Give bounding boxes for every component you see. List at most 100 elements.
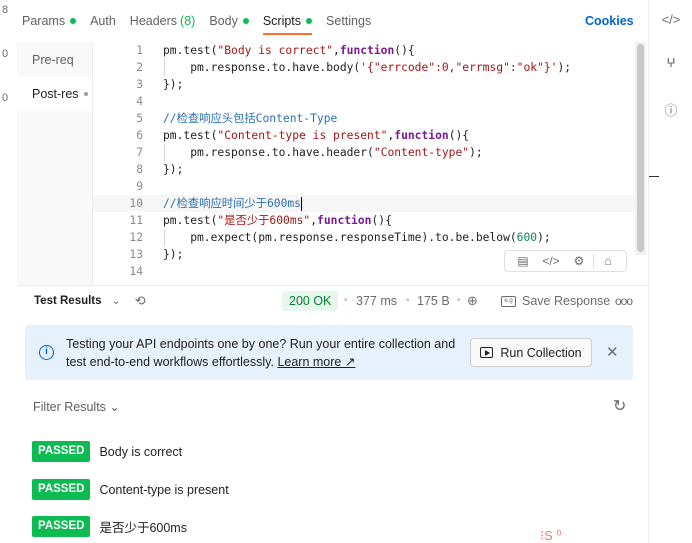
line-number: 5 [136,112,143,125]
banner-message: Testing your API endpoints one by one? R… [66,335,456,371]
code-line[interactable]: 3}); [93,76,635,93]
line-number: 4 [136,95,143,108]
left-edge-strip: 8 0 0 [0,0,16,543]
debug-icon[interactable]: ⚙ [565,254,593,268]
passed-badge: PASSED [32,479,91,500]
tab-label: Body [209,14,238,28]
response-time[interactable]: 377 ms [356,286,397,316]
code-line[interactable]: 10 //检查响应时间少于600ms [93,195,635,212]
save-icon: e.g [501,295,516,307]
snippets-icon[interactable]: ▤ [509,254,537,268]
line-number: 8 [136,163,143,176]
separator-dot: • [457,295,461,306]
tab-headers[interactable]: Headers (8) [130,0,196,42]
sidebar-item-pre-request[interactable]: Pre-req [17,43,92,77]
run-collection-button[interactable]: Run Collection [470,338,592,367]
code-line[interactable]: 12 pm.expect(pm.response.responseTime).t… [93,229,635,246]
code-line[interactable]: 11 pm.test("是否少于600ms",function(){ [93,212,635,229]
passed-badge: PASSED [32,516,91,537]
tab-settings[interactable]: Settings [326,0,371,42]
format-icon[interactable]: ⌂ [594,254,622,268]
globe-icon[interactable]: ⊕ [467,286,478,316]
code-line[interactable]: 4 [93,93,635,110]
code-text: pm.test("是否少于600ms",function(){ [163,214,392,227]
rail-divider [649,176,659,177]
tab-indicator-dot [70,18,77,24]
tab-label: Headers [129,14,178,28]
run-icon [480,347,494,358]
info-icon: i [39,345,54,360]
edge-glyph: 0 [2,92,9,104]
tab-label: Settings [326,14,372,28]
code-view-icon[interactable]: </> [537,254,565,268]
text-caret [301,197,302,211]
related-icon[interactable]: ⵖ [649,56,692,70]
request-tab-bar: Params Auth Headers (8) Body Scripts Sett… [22,0,642,42]
response-size[interactable]: 175 B [417,286,450,316]
line-number: 3 [136,78,143,91]
tab-auth[interactable]: Auth [90,0,116,42]
code-line[interactable]: 2 pm.response.to.have.body('{"errcode":0… [93,59,635,76]
test-name: Body is correct [99,444,183,459]
line-number: 9 [136,180,143,193]
code-line[interactable]: 7 pm.response.to.have.header("Content-ty… [93,144,635,161]
code-text: //检查响应头包括Content-Type [163,112,338,125]
test-name: Content-type is present [99,482,229,497]
line-number: 7 [136,146,143,159]
test-result-row: PASSED Body is correct [32,441,182,462]
test-result-row: PASSED 是否少于600ms [32,516,187,537]
separator-dot: • [344,295,348,306]
save-response-button[interactable]: e.g Save Response [501,286,610,316]
edge-glyph: 0 [2,48,9,60]
line-number: 2 [136,61,143,74]
code-line[interactable]: 8}); [93,161,635,178]
learn-more-link[interactable]: Learn more ↗ [277,355,355,369]
code-text: pm.response.to.have.header("Content-type… [163,146,483,159]
chevron-down-icon[interactable]: ⌄ [112,294,121,307]
tab-indicator-dot [242,18,249,24]
right-rail: </> ⵖ ⓘ [648,0,692,543]
sidebar-item-post-response[interactable]: Post-res [17,77,92,111]
code-text: pm.response.to.have.body('{"errcode":0,"… [163,61,572,74]
history-icon[interactable]: ⟲ [135,293,146,309]
filter-results-dropdown[interactable]: Filter Results ⌄ [33,399,120,414]
code-text: pm.test("Body is correct",function(){ [163,44,415,57]
test-result-row: PASSED Content-type is present [32,479,229,500]
watermark-logo-icon: ⁝S ⁰ [540,528,562,543]
more-options-icon[interactable]: ooo [615,286,633,316]
code-snippet-icon[interactable]: </> [649,12,692,27]
code-text: pm.test("Content-type is present",functi… [163,129,470,142]
tab-scripts[interactable]: Scripts [262,0,313,42]
code-line[interactable]: 5 //检查响应头包括Content-Type [93,110,635,127]
close-icon[interactable]: ✕ [606,343,619,361]
scrollbar-thumb[interactable] [637,44,644,252]
test-results-label[interactable]: Test Results [34,295,102,307]
scripts-sidebar: Pre-req Post-res [17,42,93,285]
script-editor[interactable]: 1 pm.test("Body is correct",function(){2 … [93,42,635,285]
tab-body[interactable]: Body [209,0,249,42]
line-number: 10 [129,197,143,210]
sidebar-item-label: Pre-req [32,53,74,67]
line-number: 11 [129,214,143,227]
modified-dot [83,92,88,96]
tab-label: Scripts [262,14,302,28]
editor-scrollbar[interactable] [635,42,646,255]
line-number: 13 [129,248,143,261]
line-number: 6 [136,129,143,142]
code-text: }); [163,163,184,176]
info-icon[interactable]: ⓘ [649,100,692,119]
tab-count: (8) [180,14,196,28]
tab-label: Auth [90,14,116,28]
tab-params[interactable]: Params [22,0,77,42]
line-number: 12 [129,231,143,244]
code-line[interactable]: 6 pm.test("Content-type is present",funct… [93,127,635,144]
tab-indicator-dot [306,18,313,24]
refresh-icon[interactable]: ↻ [613,396,626,416]
code-line[interactable]: 1 pm.test("Body is correct",function(){ [93,42,635,59]
response-bar: Test Results ⌄ ⟲ 200 OK • 377 ms • 175 B… [17,285,647,315]
cookies-link[interactable]: Cookies [585,0,634,42]
save-response-label: Save Response [522,294,611,308]
line-number: 14 [129,265,143,278]
code-line[interactable]: 9 [93,178,635,195]
sidebar-item-label: Post-res [32,87,79,101]
